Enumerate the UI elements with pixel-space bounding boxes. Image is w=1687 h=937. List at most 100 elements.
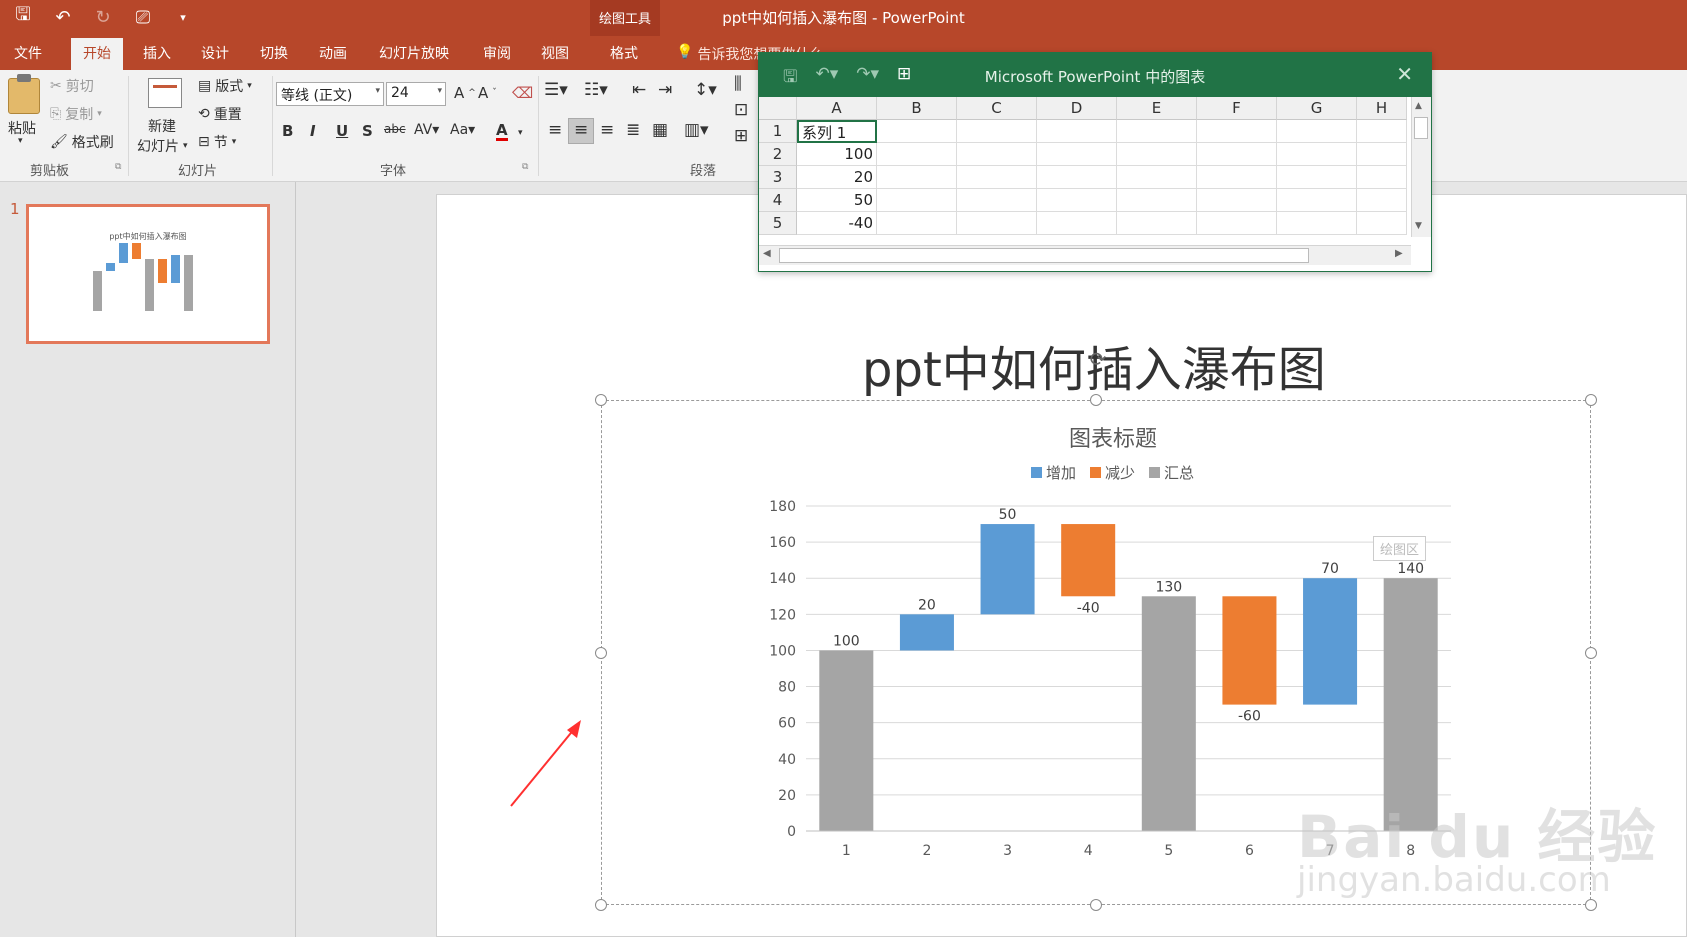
horizontal-scrollbar[interactable]: ◀ ▶ <box>759 245 1411 265</box>
decrease-indent-button[interactable]: ⇤ <box>632 80 646 100</box>
clear-format-icon[interactable]: ⌫ <box>512 84 533 102</box>
scroll-left-icon[interactable]: ◀ <box>763 248 771 259</box>
cell[interactable] <box>957 212 1037 235</box>
cell[interactable] <box>1357 120 1407 143</box>
strikethrough-button[interactable]: abc <box>384 122 406 136</box>
tab-view[interactable]: 视图 <box>541 43 569 63</box>
format-painter-button[interactable]: 🖌 格式刷 <box>50 132 114 152</box>
smartart-button[interactable]: ⊞ <box>734 126 748 146</box>
cell[interactable] <box>957 120 1037 143</box>
justify-button[interactable]: ≣ <box>626 120 640 140</box>
font-color-dropdown-icon[interactable]: ▾ <box>518 128 523 138</box>
row-header[interactable]: 3 <box>759 166 797 189</box>
close-icon[interactable]: ✕ <box>1396 62 1413 86</box>
cell[interactable] <box>1277 212 1357 235</box>
text-direction-button[interactable]: ⫼ <box>734 74 742 94</box>
row-header[interactable]: 2 <box>759 143 797 166</box>
vertical-scroll-thumb[interactable] <box>1414 117 1428 139</box>
increase-indent-button[interactable]: ⇥ <box>658 80 672 100</box>
section-button[interactable]: ⊟ 节 ▾ <box>198 132 236 152</box>
cell[interactable] <box>877 143 957 166</box>
cell[interactable] <box>1117 143 1197 166</box>
row-header[interactable]: 1 <box>759 120 797 143</box>
column-header-b[interactable]: B <box>877 97 957 120</box>
scroll-up-icon[interactable]: ▲ <box>1415 101 1422 111</box>
cell[interactable] <box>957 143 1037 166</box>
chart-data-window[interactable]: 🖫 ↶▾ ↷▾ ⊞ Microsoft PowerPoint 中的图表 ✕ AB… <box>758 52 1432 272</box>
cell[interactable] <box>1277 189 1357 212</box>
align-left-button[interactable]: ≡ <box>548 120 562 140</box>
font-launcher-icon[interactable]: ⧉ <box>522 162 528 172</box>
row-header[interactable]: 5 <box>759 212 797 235</box>
numbering-button[interactable]: ☷▾ <box>584 80 608 100</box>
align-center-button[interactable]: ≡ <box>574 120 588 140</box>
paste-dropdown-icon[interactable]: ▾ <box>18 136 23 146</box>
column-header-f[interactable]: F <box>1197 97 1277 120</box>
grow-font-button[interactable]: A ^ <box>454 84 476 102</box>
tab-slideshow[interactable]: 幻灯片放映 <box>379 43 449 63</box>
new-slide-icon[interactable] <box>148 78 182 108</box>
cell[interactable] <box>1357 189 1407 212</box>
cell[interactable] <box>1277 143 1357 166</box>
cell-a[interactable]: 系列 1 <box>797 120 877 143</box>
cell[interactable] <box>1357 166 1407 189</box>
tab-animations[interactable]: 动画 <box>319 43 347 63</box>
rotate-handle-icon[interactable]: ⟳ <box>1086 347 1110 371</box>
cell[interactable] <box>1277 120 1357 143</box>
cell[interactable] <box>877 189 957 212</box>
bold-button[interactable]: B <box>282 122 293 140</box>
italic-button[interactable]: I <box>310 122 316 140</box>
slide-thumbnail[interactable]: ppt中如何插入瀑布图 <box>26 204 270 344</box>
cell[interactable] <box>1117 189 1197 212</box>
cell[interactable] <box>877 166 957 189</box>
scroll-down-icon[interactable]: ▼ <box>1415 221 1422 231</box>
cell[interactable] <box>1117 212 1197 235</box>
cell[interactable] <box>877 212 957 235</box>
tab-insert[interactable]: 插入 <box>143 43 171 63</box>
columns-button[interactable]: ▥▾ <box>684 120 709 140</box>
horizontal-scroll-thumb[interactable] <box>779 248 1309 263</box>
copy-button[interactable]: ⎘ 复制 ▾ <box>50 104 102 124</box>
cell[interactable] <box>1277 166 1357 189</box>
line-spacing-button[interactable]: ↕▾ <box>694 80 717 100</box>
cell[interactable] <box>1037 189 1117 212</box>
tab-design[interactable]: 设计 <box>201 43 229 63</box>
tab-format[interactable]: 格式 <box>610 43 638 63</box>
bullets-button[interactable]: ☰▾ <box>544 80 568 100</box>
distributed-button[interactable]: ▦ <box>652 120 668 140</box>
column-header-h[interactable]: H <box>1357 97 1407 120</box>
cell-a[interactable]: 20 <box>797 166 877 189</box>
cell[interactable] <box>877 120 957 143</box>
cell[interactable] <box>1197 212 1277 235</box>
cell[interactable] <box>1037 212 1117 235</box>
cell[interactable] <box>1197 189 1277 212</box>
cell[interactable] <box>957 189 1037 212</box>
tab-transitions[interactable]: 切换 <box>260 43 288 63</box>
select-all-corner[interactable] <box>759 97 797 120</box>
cell[interactable] <box>1197 120 1277 143</box>
cell[interactable] <box>1037 120 1117 143</box>
clipboard-icon[interactable] <box>8 74 40 114</box>
align-right-button[interactable]: ≡ <box>600 120 614 140</box>
cell[interactable] <box>1357 212 1407 235</box>
reset-button[interactable]: ⟲ 重置 <box>198 104 242 124</box>
layout-button[interactable]: ▤ 版式 ▾ <box>198 76 252 96</box>
change-case-button[interactable]: Aa▾ <box>450 122 475 138</box>
cell[interactable] <box>1197 143 1277 166</box>
font-size-combo[interactable]: 24 ▾ <box>386 82 446 106</box>
cell-a[interactable]: -40 <box>797 212 877 235</box>
char-spacing-button[interactable]: AV▾ <box>414 122 439 138</box>
scroll-right-icon[interactable]: ▶ <box>1395 248 1403 259</box>
tab-file[interactable]: 文件 <box>14 43 42 63</box>
cell[interactable] <box>1357 143 1407 166</box>
new-slide-label-1[interactable]: 新建 <box>148 116 176 136</box>
cell[interactable] <box>1037 166 1117 189</box>
shrink-font-button[interactable]: Aˇ <box>478 84 497 102</box>
shadow-button[interactable]: S <box>362 122 373 140</box>
column-header-a[interactable]: A <box>797 97 877 120</box>
paste-button[interactable]: 粘贴 <box>8 118 36 138</box>
column-header-e[interactable]: E <box>1117 97 1197 120</box>
cell-a[interactable]: 50 <box>797 189 877 212</box>
align-text-button[interactable]: ⊡ <box>734 100 748 120</box>
new-slide-button[interactable]: 幻灯片 ▾ <box>137 136 188 156</box>
